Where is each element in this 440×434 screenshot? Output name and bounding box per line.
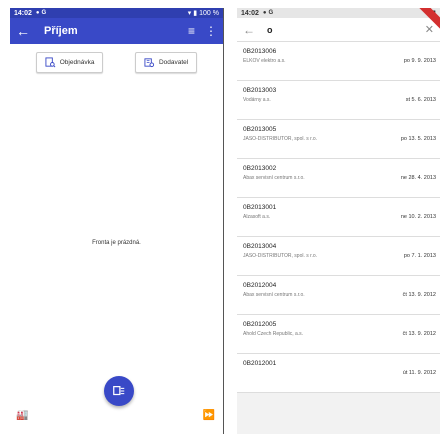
- more-vert-icon[interactable]: ⋮: [205, 24, 217, 38]
- order-date: čt 13. 9. 2012: [402, 331, 436, 337]
- g-icon: G: [268, 10, 274, 16]
- list-item[interactable]: 0B2013001 Alzasoft a.s. ne 10. 2. 2013: [237, 198, 440, 237]
- status-bar: 14:02 ● G ▾ ▮: [237, 8, 440, 18]
- battery-level: 100 %: [199, 9, 219, 17]
- app-bar: ← Příjem ≡ ⋮: [10, 18, 223, 44]
- back-arrow-icon[interactable]: ←: [243, 23, 263, 37]
- order-date: st 5. 6. 2013: [405, 97, 436, 103]
- order-code: 0B2013002: [243, 165, 277, 172]
- order-date: po 7. 1. 2013: [403, 253, 436, 259]
- search-bar[interactable]: ← o ✕: [237, 18, 440, 42]
- list-menu-icon[interactable]: ≡: [188, 24, 195, 38]
- page-title: Příjem: [44, 25, 78, 37]
- g-icon: G: [41, 10, 47, 16]
- order-button[interactable]: Objednávka: [35, 52, 104, 73]
- order-code: 0B2013003: [243, 87, 277, 94]
- order-date: út 11. 9. 2012: [402, 370, 436, 376]
- list-item[interactable]: 0B2013006 ELKOV elektro a.s. po 9. 9. 20…: [237, 42, 440, 81]
- status-time: 14:02: [241, 9, 259, 17]
- order-code: 0B2012001: [243, 360, 277, 367]
- wifi-icon: ▾: [187, 10, 192, 17]
- notification-icon: ●: [262, 10, 267, 16]
- results-list: 0B2013006 ELKOV elektro a.s. po 9. 9. 20…: [237, 42, 440, 393]
- order-date: po 13. 5. 2013: [400, 136, 436, 142]
- status-time: 14:02: [14, 9, 32, 17]
- order-button-label: Objednávka: [59, 59, 95, 66]
- search-input[interactable]: o: [267, 25, 425, 35]
- order-code: 0B2013001: [243, 204, 277, 211]
- order-code: 0B2013004: [243, 243, 277, 250]
- list-item[interactable]: 0B2013002 Abax servisní centrum s.r.o. n…: [237, 159, 440, 198]
- order-date: ne 10. 2. 2013: [400, 214, 436, 220]
- list-item[interactable]: 0B2013003 Vodárny a.s. st 5. 6. 2013: [237, 81, 440, 120]
- document-search-icon: [45, 57, 56, 68]
- scan-list-icon: [113, 386, 125, 396]
- order-date: ne 28. 4. 2013: [400, 175, 436, 181]
- supplier-button[interactable]: Dodavatel: [134, 52, 198, 73]
- toolbar: Objednávka Dodavatel: [10, 44, 223, 73]
- list-item[interactable]: 0B2012001 út 11. 9. 2012: [237, 354, 440, 393]
- back-arrow-icon[interactable]: ←: [16, 23, 38, 39]
- order-code: 0B2013006: [243, 48, 277, 55]
- building-search-icon: [144, 58, 155, 68]
- empty-queue-message: Fronta je prázdná.: [92, 240, 141, 246]
- supplier-button-label: Dodavatel: [158, 59, 189, 66]
- list-item[interactable]: 0B2012005 Ahold Czech Republic, a.s. čt …: [237, 315, 440, 354]
- order-code: 0B2012005: [243, 321, 277, 328]
- fast-forward-icon[interactable]: ⏩: [203, 410, 215, 421]
- clear-icon[interactable]: ✕: [425, 23, 434, 36]
- order-code: 0B2013005: [243, 126, 277, 133]
- screenshot-canvas: 14:02 ● G ▾ ▮ 100 % ← Příjem ≡ ⋮ Objedná…: [0, 0, 440, 434]
- receive-screen: 14:02 ● G ▾ ▮ 100 % ← Příjem ≡ ⋮ Objedná…: [10, 8, 224, 434]
- status-icons: ▾ ▮ 100 %: [187, 9, 219, 18]
- notification-icon: ●: [35, 10, 40, 16]
- status-bar: 14:02 ● G ▾ ▮ 100 %: [10, 8, 223, 18]
- warehouse-search-icon[interactable]: 🏭: [16, 410, 28, 421]
- list-item[interactable]: 0B2013005 JASO-DISTRIBUTOR, spol. s r.o.…: [237, 120, 440, 159]
- order-date: čt 13. 9. 2012: [402, 292, 436, 298]
- bottom-bar: 🏭 ⏩: [10, 376, 223, 434]
- battery-icon: ▮: [193, 10, 198, 17]
- order-date: po 9. 9. 2013: [403, 58, 436, 64]
- scan-fab-button[interactable]: [104, 376, 134, 406]
- search-screen: 14:02 ● G ▾ ▮ ← o ✕ 0B2013006 ELKOV elek…: [237, 8, 440, 434]
- order-code: 0B2012004: [243, 282, 277, 289]
- list-item[interactable]: 0B2013004 JASO-DISTRIBUTOR, spol. s r.o.…: [237, 237, 440, 276]
- list-item[interactable]: 0B2012004 Abax servisní centrum s.r.o. č…: [237, 276, 440, 315]
